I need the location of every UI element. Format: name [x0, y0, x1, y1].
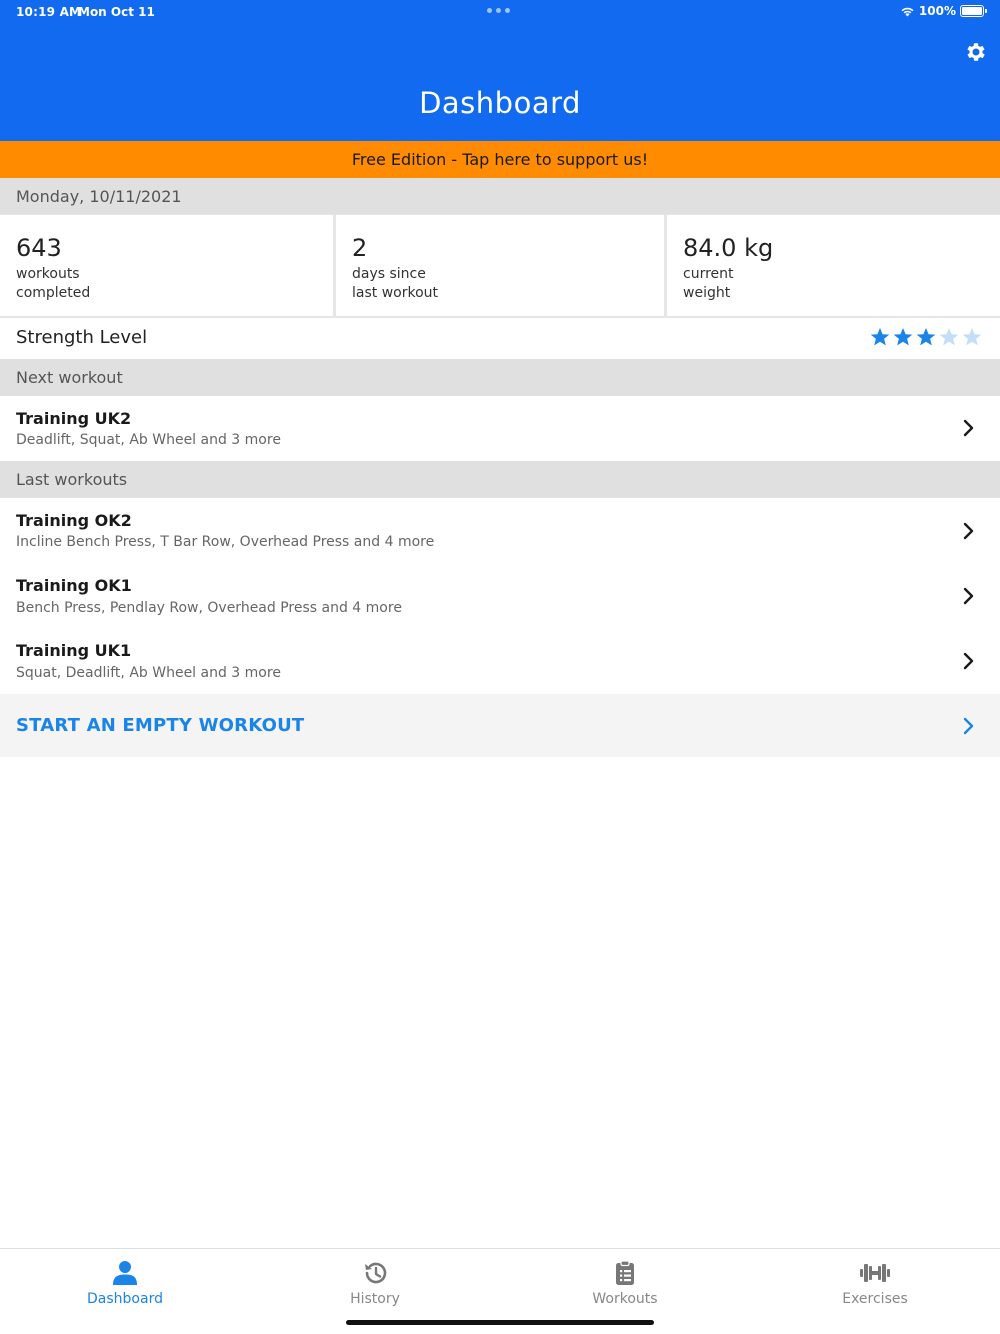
multitasking-dots-icon[interactable]: [487, 8, 510, 13]
workout-subtitle: Deadlift, Squat, Ab Wheel and 3 more: [16, 432, 281, 448]
stat-label-line2: completed: [16, 285, 91, 301]
person-icon: [113, 1261, 137, 1285]
chevron-right-icon: [963, 652, 974, 670]
chevron-right-icon: [963, 522, 974, 540]
wifi-icon: [901, 7, 914, 16]
stat-value: 2: [352, 234, 368, 262]
status-date: Mon Oct 11: [78, 5, 155, 19]
app-header: 10:19 AM Mon Oct 11 100% Dashboard: [0, 0, 1000, 141]
workout-title: Training OK1: [16, 576, 132, 595]
clipboard-list-icon: [616, 1260, 634, 1285]
settings-gear-icon[interactable]: [964, 40, 988, 64]
tab-label: Dashboard: [87, 1291, 163, 1307]
star-empty-icon: [939, 328, 959, 346]
start-empty-workout-button[interactable]: START AN EMPTY WORKOUT: [0, 694, 1000, 757]
stat-workouts-completed: 643 workouts completed: [0, 215, 333, 316]
next-workout-header: Next workout: [0, 359, 1000, 396]
star-filled-icon: [870, 328, 890, 346]
tab-label: History: [350, 1291, 400, 1307]
stat-label-line1: workouts: [16, 266, 80, 282]
workout-title: Training OK2: [16, 511, 132, 530]
chevron-right-icon: [963, 717, 974, 735]
status-time: 10:19 AM: [16, 5, 82, 19]
start-empty-workout-label: START AN EMPTY WORKOUT: [16, 715, 305, 736]
strength-level-row[interactable]: Strength Level: [0, 318, 1000, 359]
workout-subtitle: Bench Press, Pendlay Row, Overhead Press…: [16, 600, 402, 616]
tab-dashboard[interactable]: Dashboard: [0, 1249, 250, 1334]
stat-current-weight: 84.0 kg current weight: [667, 215, 1000, 316]
page-title: Dashboard: [419, 86, 581, 120]
status-indicators: 100%: [900, 4, 987, 18]
stat-value: 643: [16, 234, 62, 262]
workout-title: Training UK2: [16, 409, 132, 428]
workout-title: Training UK1: [16, 641, 132, 660]
chevron-right-icon: [963, 419, 974, 437]
stat-value: 84.0 kg: [683, 234, 774, 262]
battery-percent: 100%: [918, 4, 956, 18]
battery-icon: [960, 5, 987, 17]
dumbbell-icon: [860, 1264, 890, 1282]
last-workouts-header: Last workouts: [0, 461, 1000, 498]
stat-label-line1: days since: [352, 266, 426, 282]
last-workout-row[interactable]: Training OK1 Bench Press, Pendlay Row, O…: [0, 563, 1000, 629]
tab-label: Exercises: [842, 1291, 908, 1307]
stat-label-line2: weight: [683, 285, 731, 301]
workout-subtitle: Squat, Deadlift, Ab Wheel and 3 more: [16, 665, 281, 681]
strength-level-label: Strength Level: [16, 327, 148, 348]
stats-row: 643 workouts completed 2 days since last…: [0, 214, 1000, 318]
support-banner[interactable]: Free Edition - Tap here to support us!: [0, 141, 1000, 178]
star-empty-icon: [962, 328, 982, 346]
stat-label-line2: last workout: [352, 285, 439, 301]
date-header: Monday, 10/11/2021: [0, 178, 1000, 215]
last-workout-row[interactable]: Training OK2 Incline Bench Press, T Bar …: [0, 498, 1000, 563]
stat-days-since: 2 days since last workout: [336, 215, 664, 316]
star-filled-icon: [916, 328, 936, 346]
next-workout-row[interactable]: Training UK2 Deadlift, Squat, Ab Wheel a…: [0, 396, 1000, 461]
home-indicator[interactable]: [346, 1320, 654, 1325]
strength-rating: [870, 327, 982, 347]
stat-label-line1: current: [683, 266, 734, 282]
chevron-right-icon: [963, 587, 974, 605]
workout-subtitle: Incline Bench Press, T Bar Row, Overhead…: [16, 534, 435, 550]
star-filled-icon: [893, 328, 913, 346]
tab-label: Workouts: [592, 1291, 658, 1307]
history-icon: [365, 1262, 387, 1284]
last-workout-row[interactable]: Training UK1 Squat, Deadlift, Ab Wheel a…: [0, 629, 1000, 694]
tab-exercises[interactable]: Exercises: [750, 1249, 1000, 1334]
